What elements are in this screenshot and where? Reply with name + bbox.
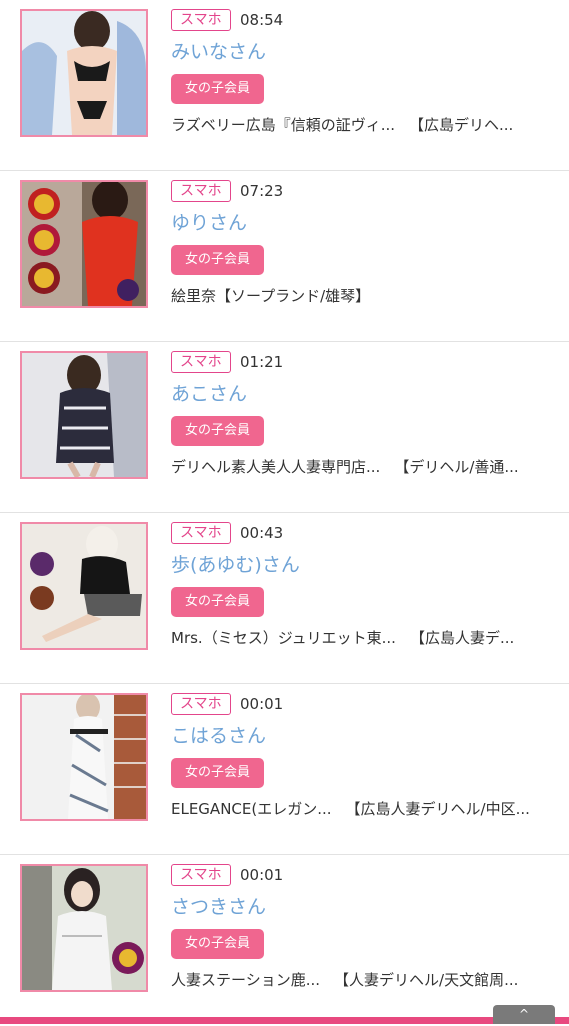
member-badge: 女の子会員 [171,74,265,104]
shop-name: ラズベリー広島『信頼の証ヴィ... [171,116,396,134]
member-badge: 女の子会員 [171,929,265,959]
list-item[interactable]: スマホ 00:43 歩(あゆむ)さん 女の子会員 Mrs.（ミセス）ジュリエット… [0,513,569,684]
shop-category: 【人妻デリヘル/天文館周... [334,971,519,989]
profile-name-link[interactable]: あこさん [171,382,247,406]
login-time: 08:54 [240,11,284,29]
profile-name-link[interactable]: みいなさん [171,40,266,64]
device-tag: スマホ [171,351,231,373]
chevron-up-icon: ^ [518,1007,530,1021]
list-item[interactable]: スマホ 00:01 こはるさん 女の子会員 ELEGANCE(エレガン... 【広… [0,684,569,855]
shop-name: デリヘル素人美人人妻専門店... [171,458,381,476]
login-time: 00:01 [240,866,284,884]
login-time: 07:23 [240,182,284,200]
list-item[interactable]: スマホ 01:21 あこさん 女の子会員 デリヘル素人美人人妻専門店... 【デリ… [0,342,569,513]
bottom-accent-bar [0,1017,569,1024]
device-tag: スマホ [171,9,231,31]
profile-name-link[interactable]: 歩(あゆむ)さん [171,553,300,577]
member-badge: 女の子会員 [171,416,265,446]
shop-info: デリヘル素人美人人妻専門店... 【デリヘル/善通... [171,457,519,477]
list-item[interactable]: スマホ 07:23 ゆりさん 女の子会員 絵里奈【ソープランド/雄琴】 [0,171,569,342]
device-tag: スマホ [171,693,231,715]
shop-info: ELEGANCE(エレガン... 【広島人妻デリヘル/中区... [171,799,530,819]
shop-category: 【デリヘル/善通... [394,458,519,476]
profile-photo[interactable] [20,351,148,479]
shop-info: 人妻ステーション鹿... 【人妻デリヘル/天文館周... [171,970,518,990]
login-time: 00:43 [240,524,284,542]
shop-info: ラズベリー広島『信頼の証ヴィ... 【広島デリヘ... [171,115,513,135]
list-item[interactable]: スマホ 00:01 さつきさん 女の子会員 人妻ステーション鹿... 【人妻デリヘ… [0,855,569,1026]
shop-category: 【広島デリヘ... [409,116,514,134]
member-badge: 女の子会員 [171,245,265,275]
device-tag: スマホ [171,180,231,202]
profile-photo[interactable] [20,864,148,992]
device-tag: スマホ [171,522,231,544]
profile-photo[interactable] [20,180,148,308]
profile-photo[interactable] [20,522,148,650]
profile-name-link[interactable]: こはるさん [171,724,266,748]
login-time: 01:21 [240,353,284,371]
shop-name: 人妻ステーション鹿... [171,971,321,989]
member-badge: 女の子会員 [171,758,265,788]
list-item[interactable]: スマホ 08:54 みいなさん 女の子会員 ラズベリー広島『信頼の証ヴィ... 【… [0,0,569,171]
profile-photo[interactable] [20,9,148,137]
shop-name: ELEGANCE(エレガン... [171,800,332,818]
shop-info: 絵里奈【ソープランド/雄琴】 [171,286,370,306]
device-tag: スマホ [171,864,231,886]
shop-name: 絵里奈【ソープランド/雄琴】 [171,287,371,305]
scroll-top-button[interactable]: ^ [493,1005,555,1024]
profile-photo[interactable] [20,693,148,821]
shop-name: Mrs.（ミセス）ジュリエット東... [171,629,396,647]
shop-category: 【広島人妻デリヘル/中区... [345,800,530,818]
profile-name-link[interactable]: さつきさん [171,895,266,919]
shop-category: 【広島人妻デ... [409,629,515,647]
login-time: 00:01 [240,695,284,713]
member-badge: 女の子会員 [171,587,265,617]
shop-info: Mrs.（ミセス）ジュリエット東... 【広島人妻デ... [171,628,514,648]
profile-name-link[interactable]: ゆりさん [171,211,247,235]
profile-list: スマホ 08:54 みいなさん 女の子会員 ラズベリー広島『信頼の証ヴィ... 【… [0,0,569,1026]
